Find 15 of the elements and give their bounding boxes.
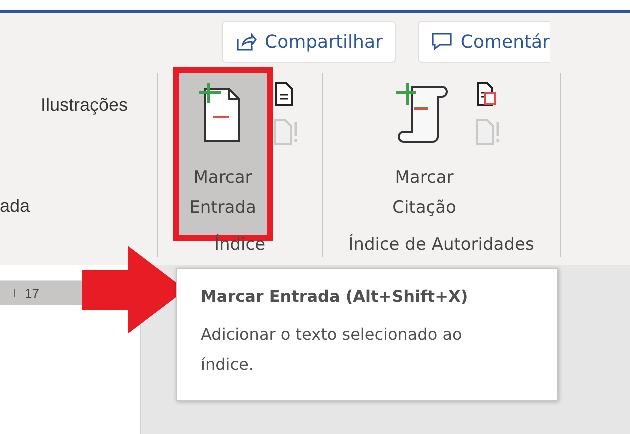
tooltip-description: Adicionar o texto selecionado ao índice. bbox=[201, 324, 464, 376]
tooltip-title: Marcar Entrada (Alt+Shift+X) bbox=[201, 287, 470, 306]
share-button[interactable]: Compartilhar bbox=[222, 21, 396, 63]
ribbon-label[interactable]: ada bbox=[0, 196, 30, 217]
ribbon-button[interactable]: Marcar Citação bbox=[380, 73, 468, 235]
share-button[interactable]: Comentár bbox=[418, 21, 550, 63]
document-exclamation-icon bbox=[474, 118, 502, 146]
group-label: Índice bbox=[214, 235, 266, 257]
share-icon bbox=[235, 31, 257, 53]
comment-icon bbox=[430, 32, 453, 52]
ribbon-label[interactable]: Ilustrações bbox=[40, 95, 128, 116]
document-scroll-icon bbox=[474, 81, 496, 107]
ribbon-button[interactable]: Marcar Entrada bbox=[179, 73, 267, 235]
document-lines-icon bbox=[273, 81, 295, 107]
group-label: Índice de Autoridades bbox=[348, 235, 534, 257]
